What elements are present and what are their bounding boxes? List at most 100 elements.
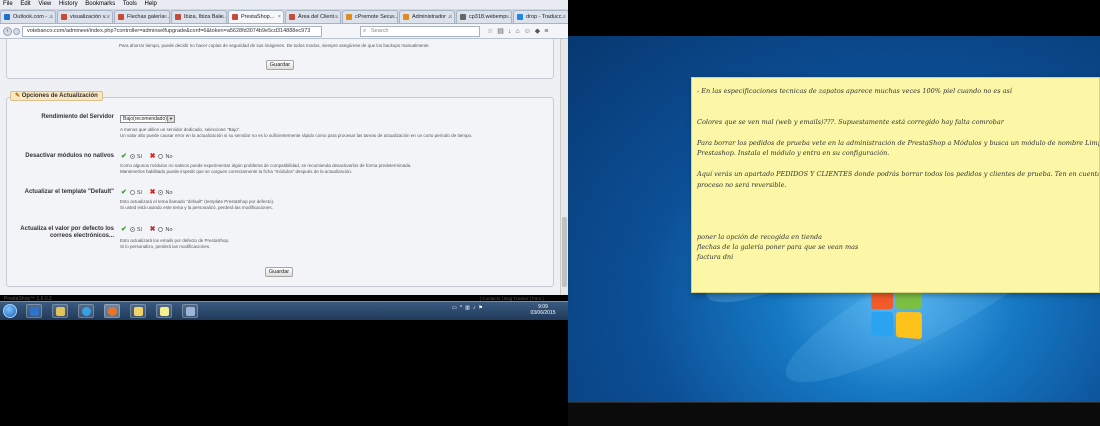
disable-modules-yes-radio[interactable] [129, 154, 135, 160]
cross-icon: ✖ [149, 189, 156, 196]
close-tab-icon[interactable]: × [278, 11, 281, 23]
search-input[interactable]: ⌕ Search [360, 26, 480, 37]
update-emails-yes-radio[interactable] [129, 227, 135, 233]
home-icon[interactable]: ⌂ [515, 28, 523, 35]
taskbar-app[interactable] [182, 304, 198, 318]
files-icon [134, 307, 143, 316]
close-tab-icon[interactable]: × [563, 11, 566, 23]
tab-3[interactable]: Ibiza, Ibiza Bale... × [171, 10, 227, 23]
app-icon [186, 307, 195, 316]
close-tab-icon[interactable]: × [107, 11, 110, 23]
clock-date: 03/06/2015 [530, 310, 556, 316]
tab-label: PrestaShop... [241, 14, 275, 20]
page-content: Para ahorrar tiempo, puede decidir no ha… [0, 39, 560, 295]
close-tab-icon[interactable]: × [449, 11, 452, 23]
star-icon[interactable]: ☆ [487, 28, 497, 35]
save-backup-button[interactable]: Guardar [266, 60, 294, 70]
note-line: - En las especificaciones tecnicas de za… [697, 87, 1012, 95]
tab-7[interactable]: Administrador ... × [399, 10, 455, 23]
menu-view[interactable]: View [38, 1, 51, 7]
note-line: factura dni [697, 253, 734, 262]
menu-history[interactable]: History [59, 1, 78, 7]
tab-label: drop - Traducc... [526, 14, 567, 20]
tab-0[interactable]: Outlook.com - ... × [0, 10, 56, 23]
update-template-radio-group: ✔ Sí ✖ No [121, 189, 173, 196]
chat-icon[interactable]: ☺ [524, 28, 535, 35]
tab-label: Administrador ... [412, 14, 453, 20]
taskbar-explorer[interactable] [26, 304, 42, 318]
taskbar: ▭^▥♪⚑ 9:09 03/06/2015 [0, 301, 568, 320]
addon-icon[interactable]: ◆ [535, 28, 544, 35]
server-performance-select[interactable]: Bajo(recomendado) ▼ [120, 115, 175, 123]
start-button[interactable] [3, 304, 17, 318]
menu-bookmarks[interactable]: Bookmarks [85, 1, 115, 7]
disable-modules-label: Desactivar módulos no nativos [25, 153, 114, 159]
menu-help[interactable]: Help [145, 1, 157, 7]
check-icon: ✔ [121, 226, 127, 233]
check-icon: ✔ [121, 153, 127, 160]
taskbar-files[interactable] [130, 304, 146, 318]
server-performance-label: Rendimiento del Servidor [41, 114, 114, 120]
close-tab-icon[interactable]: × [506, 11, 509, 23]
taskbar-firefox[interactable] [104, 304, 120, 318]
tab-1[interactable]: visualización v... × [57, 10, 113, 23]
flag-icon[interactable]: ⚑ [478, 305, 485, 311]
close-tab-icon[interactable]: × [392, 11, 395, 23]
left-monitor: File Edit View History Bookmarks Tools H… [0, 0, 568, 426]
note-line: Para borrar los pedidos de prueba vete e… [697, 139, 1100, 147]
wrench-icon: ✎ [15, 93, 21, 99]
tab-8[interactable]: cp318.webemp... × [456, 10, 512, 23]
tab-bar: Outlook.com - ... × visualización v... × Fle… [0, 9, 568, 24]
forward-button[interactable] [13, 28, 20, 35]
clock[interactable]: 9:09 03/06/2015 [528, 304, 558, 316]
update-emails-hint-2: Si lo personalizo, perderá las modificac… [120, 244, 211, 249]
taskbar-libraries[interactable] [52, 304, 68, 318]
url-bar[interactable]: votebanco.com/admineei/index.php?control… [22, 26, 322, 37]
system-tray: ▭^▥♪⚑ [452, 305, 486, 311]
library-icon [56, 307, 65, 316]
update-template-yes-radio[interactable] [129, 190, 135, 196]
save-update-options-button[interactable]: Guardar [265, 267, 293, 277]
keyboard-icon[interactable]: ▭ [452, 305, 460, 311]
menu-icon[interactable]: ≡ [544, 28, 552, 35]
menu-tools[interactable]: Tools [123, 1, 137, 7]
menu-file[interactable]: File [3, 1, 13, 7]
note-line: Prestashop. Instala el módulo y entra en… [697, 149, 890, 158]
tab-9[interactable]: drop - Traducc... × [513, 10, 568, 23]
update-template-hint-2: Si usted está usando este tema y la pers… [120, 205, 273, 210]
close-tab-icon[interactable]: × [164, 11, 167, 23]
taskbar-ie[interactable] [78, 304, 94, 318]
back-button[interactable]: ‹ [3, 27, 12, 36]
sticky-notes-icon [160, 307, 169, 316]
menu-bar: File Edit View History Bookmarks Tools H… [0, 0, 568, 9]
tab-2[interactable]: Flechas galería ... × [114, 10, 170, 23]
tab-6[interactable]: cPremote Secu... × [342, 10, 398, 23]
scrollbar-thumb[interactable] [562, 217, 567, 287]
close-tab-icon[interactable]: × [335, 11, 338, 23]
reading-list-icon[interactable]: ▤ [497, 28, 508, 35]
update-template-no-radio[interactable] [158, 190, 164, 196]
tab-label: Outlook.com - ... [13, 14, 54, 20]
page-scrollbar[interactable] [560, 39, 568, 295]
tab-5[interactable]: Área del Client... × [285, 10, 341, 23]
close-tab-icon[interactable]: × [50, 11, 53, 23]
cross-icon: ✖ [149, 226, 156, 233]
update-template-label: Actualizar el template "Default" [24, 189, 114, 195]
disable-modules-radio-group: ✔ Sí ✖ No [121, 153, 173, 160]
close-tab-icon[interactable]: × [221, 11, 224, 23]
check-icon: ✔ [121, 189, 127, 196]
menu-edit[interactable]: Edit [20, 1, 30, 7]
network-icon[interactable]: ▥ [465, 305, 473, 311]
disable-modules-hint-2: Mantenerlos habilitado puede impedir que… [120, 169, 353, 174]
server-performance-hint-2: Un valor alto puede causar error en la a… [120, 133, 473, 138]
ie-icon [82, 307, 91, 316]
disable-modules-no-radio[interactable] [158, 154, 164, 160]
search-icon: ⌕ [363, 28, 367, 34]
chevron-down-icon: ▼ [167, 116, 174, 122]
tab-4[interactable]: PrestaShop... × [228, 10, 284, 23]
update-emails-no-radio[interactable] [158, 227, 164, 233]
tab-label: Área del Client... [298, 14, 339, 20]
backup-hint: Para ahorrar tiempo, puede decidir no ha… [119, 43, 429, 48]
sticky-note[interactable]: - En las especificaciones tecnicas de za… [691, 77, 1100, 293]
taskbar-notes[interactable] [156, 304, 172, 318]
